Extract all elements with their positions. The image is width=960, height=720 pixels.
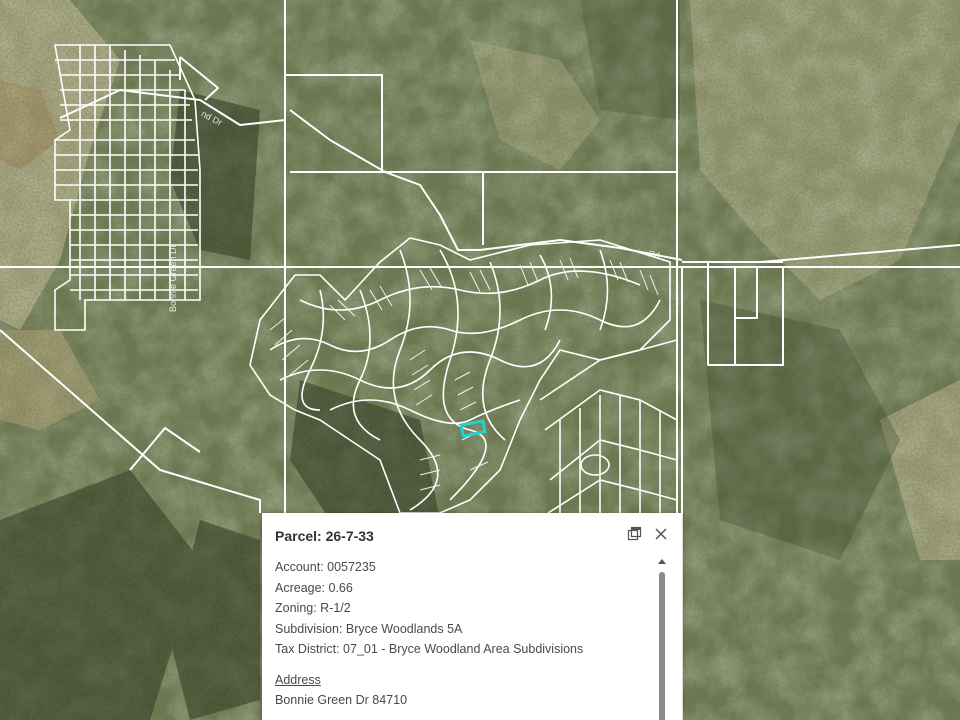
popup-body: Account: 0057235 Acreage: 0.66 Zoning: R… bbox=[275, 557, 655, 711]
scroll-up-arrow-icon[interactable] bbox=[658, 559, 666, 564]
scroll-thumb[interactable] bbox=[659, 572, 665, 720]
address-heading: Address bbox=[275, 672, 321, 687]
road-label-bonnie-green: Bonnie Green Dr bbox=[168, 244, 178, 312]
parcel-popup: Parcel: 26-7-33 Account: 0057235 Acreage… bbox=[262, 513, 682, 720]
field-subdivision: Subdivision: Bryce Woodlands 5A bbox=[275, 621, 463, 636]
field-tax-district: Tax District: 07_01 - Bryce Woodland Are… bbox=[275, 642, 584, 656]
field-acreage: Acreage: 0.66 bbox=[275, 580, 353, 595]
popup-title: Parcel: 26-7-33 bbox=[275, 528, 374, 544]
popup-scrollbar[interactable] bbox=[658, 557, 666, 720]
field-zoning: Zoning: R-1/2 bbox=[275, 601, 351, 615]
dock-icon[interactable] bbox=[626, 525, 644, 543]
address-value: Bonnie Green Dr 84710 bbox=[275, 693, 408, 707]
close-icon[interactable] bbox=[652, 525, 670, 543]
field-account: Account: 0057235 bbox=[275, 560, 376, 574]
road-label-rd: Rd bbox=[648, 249, 661, 261]
